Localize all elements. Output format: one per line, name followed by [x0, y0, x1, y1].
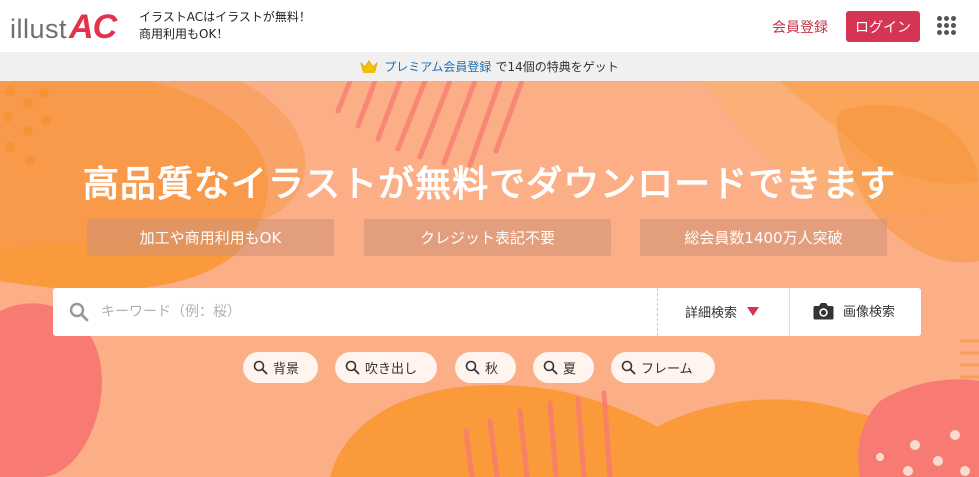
tagline-line1: イラストACはイラストが無料！: [139, 10, 311, 24]
tag-label: 吹き出し: [365, 362, 418, 377]
camera-icon: [813, 302, 834, 320]
tag-label: 秋: [485, 362, 499, 377]
premium-banner: プレミアム会員登録 で14個の特典をゲット: [0, 52, 979, 81]
premium-suffix: で14個の特典をゲット: [495, 60, 619, 74]
feature-badge: クレジット表記不要: [364, 219, 611, 256]
tag-label: 夏: [563, 362, 577, 377]
search-icon: [465, 360, 480, 375]
logo-accent: AC: [69, 8, 117, 46]
register-link[interactable]: 会員登録: [772, 17, 828, 37]
caret-down-icon: [747, 307, 760, 316]
popular-tag[interactable]: 秋: [455, 352, 516, 383]
grid-icon[interactable]: [937, 16, 956, 35]
image-search-button[interactable]: 画像検索: [813, 301, 895, 320]
site-logo[interactable]: illust AC: [10, 8, 117, 47]
image-search-label: 画像検索: [843, 305, 896, 320]
tag-label: フレーム: [641, 362, 693, 377]
crown-icon: [360, 60, 379, 73]
hero-background: [0, 81, 979, 477]
login-button[interactable]: ログイン: [846, 11, 920, 42]
search-icon: [69, 302, 89, 326]
popular-tag[interactable]: 背景: [243, 352, 318, 383]
search-bar: 詳細検索 画像検索: [53, 288, 921, 336]
hero-section: 高品質なイラストが無料でダウンロードできます 加工や商用利用もOK クレジット表…: [0, 81, 979, 477]
feature-badge: 加工や商用利用もOK: [87, 219, 334, 256]
tagline: イラストACはイラストが無料！ 商用利用もOK！: [139, 9, 311, 43]
feature-badge: 総会員数1400万人突破: [640, 219, 887, 256]
site-header: illust AC イラストACはイラストが無料！ 商用利用もOK！ 会員登録 …: [0, 0, 979, 52]
premium-register-link[interactable]: プレミアム会員登録: [384, 58, 491, 75]
tag-label: 背景: [273, 362, 300, 377]
search-divider: [789, 288, 790, 336]
search-icon: [345, 360, 360, 375]
tagline-line2: 商用利用もOK！: [139, 27, 229, 41]
search-divider: [657, 288, 658, 336]
popular-tag[interactable]: フレーム: [611, 352, 715, 383]
popular-tag[interactable]: 夏: [533, 352, 594, 383]
search-icon: [621, 360, 636, 375]
search-input[interactable]: [101, 298, 641, 326]
hero-title: 高品質なイラストが無料でダウンロードできます: [82, 164, 897, 205]
search-icon: [253, 360, 268, 375]
advanced-search-button[interactable]: 詳細検索: [685, 302, 760, 321]
advanced-search-label: 詳細検索: [685, 306, 738, 321]
search-icon: [543, 360, 558, 375]
logo-text: illust: [10, 14, 68, 44]
popular-tag[interactable]: 吹き出し: [335, 352, 437, 383]
